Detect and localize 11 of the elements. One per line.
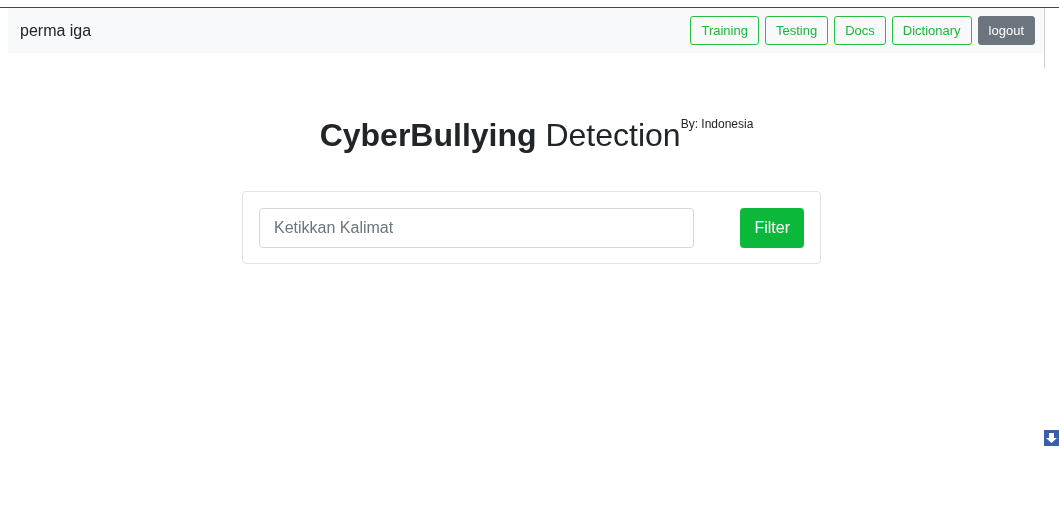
logout-button[interactable]: logout	[977, 16, 1035, 45]
page-title: CyberBullying Detection	[319, 116, 681, 155]
filter-button[interactable]: Filter	[740, 207, 804, 248]
nav-button[interactable]: Dictionary	[891, 16, 972, 45]
download-icon[interactable]	[1044, 430, 1059, 446]
title-superscript: By: Indonesia	[680, 117, 754, 131]
nav-button[interactable]: Training	[690, 16, 759, 45]
nav-button[interactable]: Testing	[764, 16, 829, 45]
nav-button[interactable]: Docs	[834, 16, 886, 45]
brand-name[interactable]: perma iga	[20, 21, 92, 40]
sentence-input[interactable]: Ketikkan Kalimat	[259, 207, 695, 248]
